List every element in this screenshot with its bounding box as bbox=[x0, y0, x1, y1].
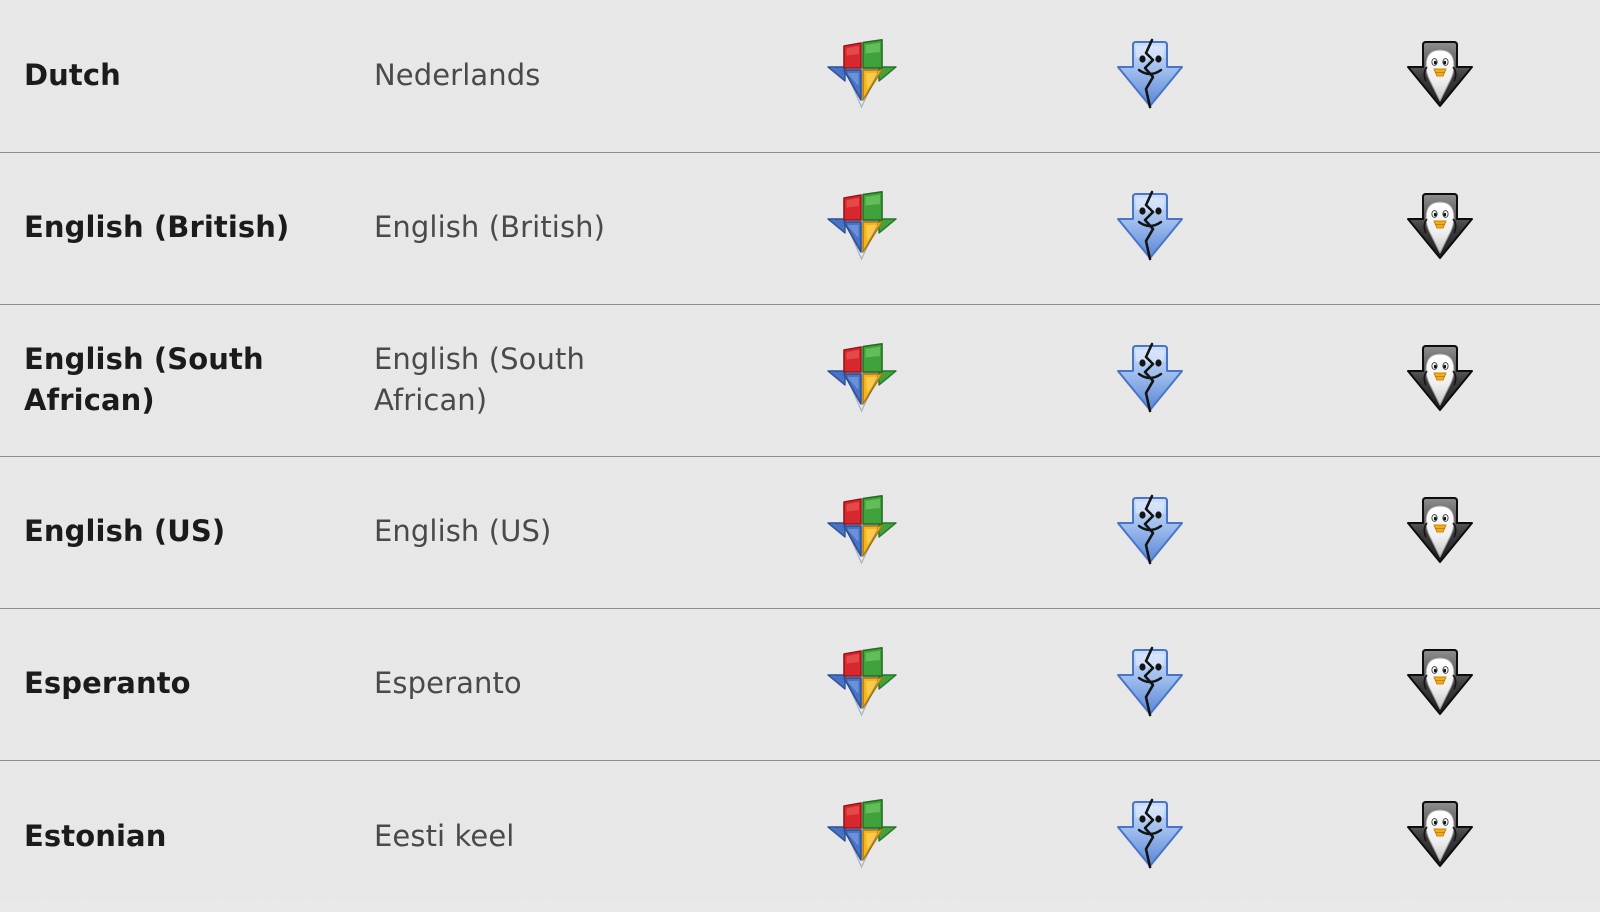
linux-tux-download-icon[interactable] bbox=[1402, 37, 1478, 111]
language-native-name: Nederlands bbox=[374, 58, 541, 93]
windows-download-cell[interactable] bbox=[798, 152, 1086, 304]
language-native-name-cell: English (British) bbox=[374, 152, 798, 304]
windows-download-icon[interactable] bbox=[824, 189, 900, 263]
mac-finder-download-icon[interactable] bbox=[1112, 189, 1188, 263]
language-english-name: English (British) bbox=[24, 210, 290, 245]
language-english-name: English (South African) bbox=[24, 341, 264, 417]
mac-download-cell[interactable] bbox=[1086, 608, 1374, 760]
windows-download-icon[interactable] bbox=[824, 341, 900, 415]
language-native-name-cell: Nederlands bbox=[374, 0, 798, 152]
linux-download-cell[interactable] bbox=[1374, 760, 1600, 912]
table-row: English (British) English (British) bbox=[0, 152, 1600, 304]
mac-download-cell[interactable] bbox=[1086, 304, 1374, 456]
language-english-name-cell: Dutch bbox=[0, 0, 374, 152]
linux-download-cell[interactable] bbox=[1374, 304, 1600, 456]
table-row: English (US) English (US) bbox=[0, 456, 1600, 608]
language-native-name: Eesti keel bbox=[374, 818, 515, 853]
windows-download-icon[interactable] bbox=[824, 797, 900, 871]
language-native-name-cell: English (South African) bbox=[374, 304, 798, 456]
language-english-name-cell: English (British) bbox=[0, 152, 374, 304]
windows-download-cell[interactable] bbox=[798, 760, 1086, 912]
language-english-name: English (US) bbox=[24, 514, 226, 549]
windows-download-cell[interactable] bbox=[798, 608, 1086, 760]
language-native-name-cell: Eesti keel bbox=[374, 760, 798, 912]
language-english-name: Estonian bbox=[24, 818, 167, 853]
linux-tux-download-icon[interactable] bbox=[1402, 797, 1478, 871]
linux-tux-download-icon[interactable] bbox=[1402, 341, 1478, 415]
language-native-name: English (US) bbox=[374, 514, 552, 549]
language-native-name: English (South African) bbox=[374, 341, 585, 417]
language-native-name: English (British) bbox=[374, 210, 606, 245]
language-native-name-cell: Esperanto bbox=[374, 608, 798, 760]
linux-download-cell[interactable] bbox=[1374, 456, 1600, 608]
mac-download-cell[interactable] bbox=[1086, 152, 1374, 304]
language-english-name: Dutch bbox=[24, 58, 121, 93]
language-english-name-cell: English (South African) bbox=[0, 304, 374, 456]
linux-tux-download-icon[interactable] bbox=[1402, 645, 1478, 719]
language-rows: Dutch Nederlands English (British) Engli… bbox=[0, 0, 1600, 912]
mac-finder-download-icon[interactable] bbox=[1112, 37, 1188, 111]
linux-download-cell[interactable] bbox=[1374, 608, 1600, 760]
language-english-name: Esperanto bbox=[24, 666, 191, 701]
table-row: Esperanto Esperanto bbox=[0, 608, 1600, 760]
language-english-name-cell: Estonian bbox=[0, 760, 374, 912]
mac-finder-download-icon[interactable] bbox=[1112, 645, 1188, 719]
table-row: English (South African) English (South A… bbox=[0, 304, 1600, 456]
mac-finder-download-icon[interactable] bbox=[1112, 341, 1188, 415]
mac-download-cell[interactable] bbox=[1086, 456, 1374, 608]
linux-tux-download-icon[interactable] bbox=[1402, 493, 1478, 567]
mac-download-cell[interactable] bbox=[1086, 0, 1374, 152]
mac-finder-download-icon[interactable] bbox=[1112, 493, 1188, 567]
linux-tux-download-icon[interactable] bbox=[1402, 189, 1478, 263]
language-native-name-cell: English (US) bbox=[374, 456, 798, 608]
windows-download-cell[interactable] bbox=[798, 0, 1086, 152]
mac-finder-download-icon[interactable] bbox=[1112, 797, 1188, 871]
windows-download-cell[interactable] bbox=[798, 456, 1086, 608]
language-download-table: Dutch Nederlands English (British) Engli… bbox=[0, 0, 1600, 912]
linux-download-cell[interactable] bbox=[1374, 0, 1600, 152]
linux-download-cell[interactable] bbox=[1374, 152, 1600, 304]
table-row: Estonian Eesti keel bbox=[0, 760, 1600, 912]
windows-download-icon[interactable] bbox=[824, 37, 900, 111]
language-english-name-cell: English (US) bbox=[0, 456, 374, 608]
language-native-name: Esperanto bbox=[374, 666, 522, 701]
mac-download-cell[interactable] bbox=[1086, 760, 1374, 912]
windows-download-cell[interactable] bbox=[798, 304, 1086, 456]
windows-download-icon[interactable] bbox=[824, 645, 900, 719]
language-english-name-cell: Esperanto bbox=[0, 608, 374, 760]
table-row: Dutch Nederlands bbox=[0, 0, 1600, 152]
windows-download-icon[interactable] bbox=[824, 493, 900, 567]
